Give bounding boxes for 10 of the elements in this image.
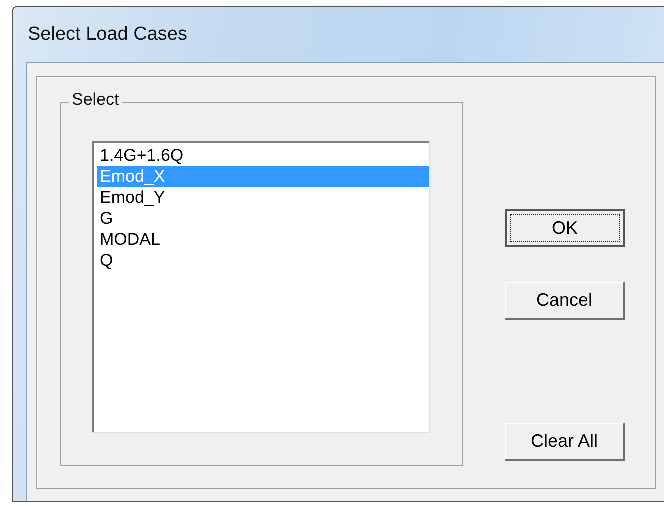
- list-item[interactable]: Emod_Y: [97, 187, 429, 208]
- window-title: Select Load Cases: [28, 24, 188, 46]
- dialog-button[interactable]: Clear All: [505, 423, 625, 461]
- list-item[interactable]: Q: [97, 250, 429, 271]
- list-item[interactable]: G: [97, 208, 429, 229]
- dialog-button[interactable]: Cancel: [505, 282, 625, 320]
- list-box[interactable]: 1.4G+1.6Q Emod_X Emod_Y G MODAL Q: [92, 141, 430, 433]
- list-item[interactable]: MODAL: [97, 229, 429, 250]
- dialog-button[interactable]: OK: [505, 209, 625, 247]
- list-item[interactable]: 1.4G+1.6Q: [97, 145, 429, 166]
